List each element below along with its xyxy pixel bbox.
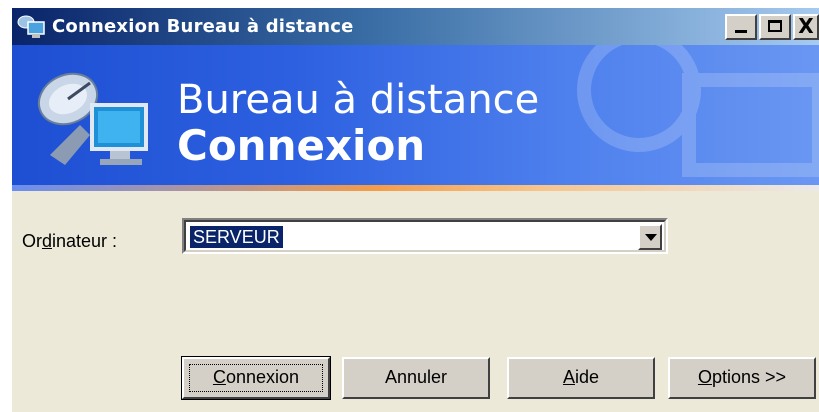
window-controls: X: [725, 14, 819, 40]
computer-combobox[interactable]: SERVEUR: [182, 218, 668, 254]
watermark-icon: [577, 45, 819, 177]
computer-label-pre: Or: [22, 231, 42, 251]
maximize-button[interactable]: [759, 14, 791, 40]
banner: Bureau à distance Connexion: [12, 45, 819, 191]
minimize-button[interactable]: [725, 14, 757, 40]
help-button-label: Aide: [563, 367, 599, 387]
rdp-dialog-window: Connexion Bureau à distance X Bureau à d…: [12, 8, 819, 412]
options-button[interactable]: Options >>: [668, 357, 816, 399]
help-rest: ide: [574, 367, 600, 387]
options-mnemonic: O: [697, 367, 712, 387]
computer-combobox-field[interactable]: SERVEUR: [184, 220, 666, 252]
cancel-button-label: Annuler: [384, 367, 448, 387]
computer-label-post: inateur :: [52, 231, 118, 251]
computer-value[interactable]: SERVEUR: [189, 225, 284, 249]
close-button[interactable]: X: [793, 14, 819, 40]
banner-title-line1: Bureau à distance: [177, 77, 540, 123]
cancel-button[interactable]: Annuler: [342, 357, 490, 399]
title-bar[interactable]: Connexion Bureau à distance X: [12, 8, 819, 45]
focus-rect: [189, 364, 323, 392]
help-mnemonic: A: [562, 367, 575, 387]
options-rest: ptions >>: [711, 367, 787, 387]
help-button[interactable]: Aide: [507, 357, 655, 399]
satellite-monitor-icon: [37, 72, 148, 165]
connect-button[interactable]: Connexion: [181, 356, 331, 400]
window-title: Connexion Bureau à distance: [52, 16, 354, 37]
app-icon: [16, 12, 48, 42]
banner-stripe: [12, 185, 819, 191]
banner-title-line2: Connexion: [177, 121, 426, 170]
computer-label-mnemonic: d: [42, 231, 53, 251]
computer-label: Ordinateur :: [22, 231, 117, 252]
dropdown-arrow-icon[interactable]: [638, 224, 662, 250]
options-button-label: Options >>: [698, 367, 786, 387]
